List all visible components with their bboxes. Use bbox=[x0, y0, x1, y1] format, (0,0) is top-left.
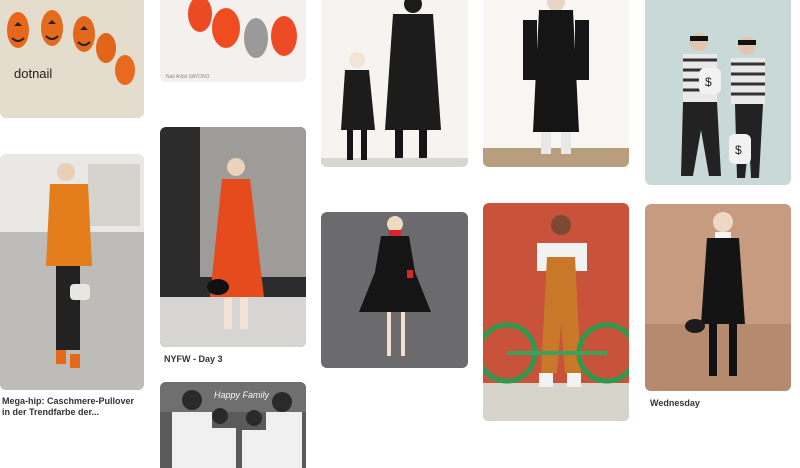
pin-caption: NYFW - Day 3 bbox=[164, 354, 223, 364]
pin-caption: Mega-hip: Caschmere-Pullover in der Tren… bbox=[2, 396, 135, 417]
pin-nail-art-pumpkin[interactable]: dotnail bbox=[0, 0, 144, 118]
pin-overlay-text: Nail Artist SAYONO bbox=[166, 74, 210, 80]
pin-long-black-dress[interactable] bbox=[483, 0, 629, 167]
pin-orange-sweater[interactable] bbox=[0, 154, 144, 390]
pin-board: dotnail Nail Artist SAYONO $ $ Mega-hip:… bbox=[0, 0, 800, 468]
pin-image bbox=[483, 203, 629, 421]
pin-image: dotnail bbox=[0, 0, 144, 118]
dollar-sign-icon: $ bbox=[735, 143, 742, 157]
pin-image bbox=[483, 0, 629, 167]
pin-image bbox=[160, 127, 306, 347]
pin-image bbox=[0, 154, 144, 390]
pin-image bbox=[321, 212, 468, 368]
pin-image: $ $ bbox=[645, 0, 791, 185]
pin-image: Nail Artist SAYONO bbox=[160, 0, 306, 82]
pin-overlay-text: Happy Family bbox=[214, 390, 270, 400]
pin-robber-costume[interactable]: $ $ bbox=[645, 0, 791, 185]
pin-nail-art-orange[interactable]: Nail Artist SAYONO bbox=[160, 0, 306, 82]
pin-wednesday[interactable] bbox=[645, 204, 791, 391]
pin-image: Happy Family bbox=[160, 382, 306, 468]
pin-image bbox=[645, 204, 791, 391]
pin-overlay-text: dotnail bbox=[14, 66, 52, 81]
pin-orange-dress[interactable] bbox=[160, 127, 306, 347]
pin-orange-overalls[interactable] bbox=[483, 203, 629, 421]
pin-black-dress-red-collar[interactable] bbox=[321, 212, 468, 368]
pin-black-outfit-mother-child[interactable] bbox=[321, 0, 468, 167]
pin-image bbox=[321, 0, 468, 167]
dollar-sign-icon: $ bbox=[705, 75, 712, 89]
pin-caption: Wednesday bbox=[650, 398, 700, 408]
pin-family-mickey[interactable]: Happy Family bbox=[160, 382, 306, 468]
